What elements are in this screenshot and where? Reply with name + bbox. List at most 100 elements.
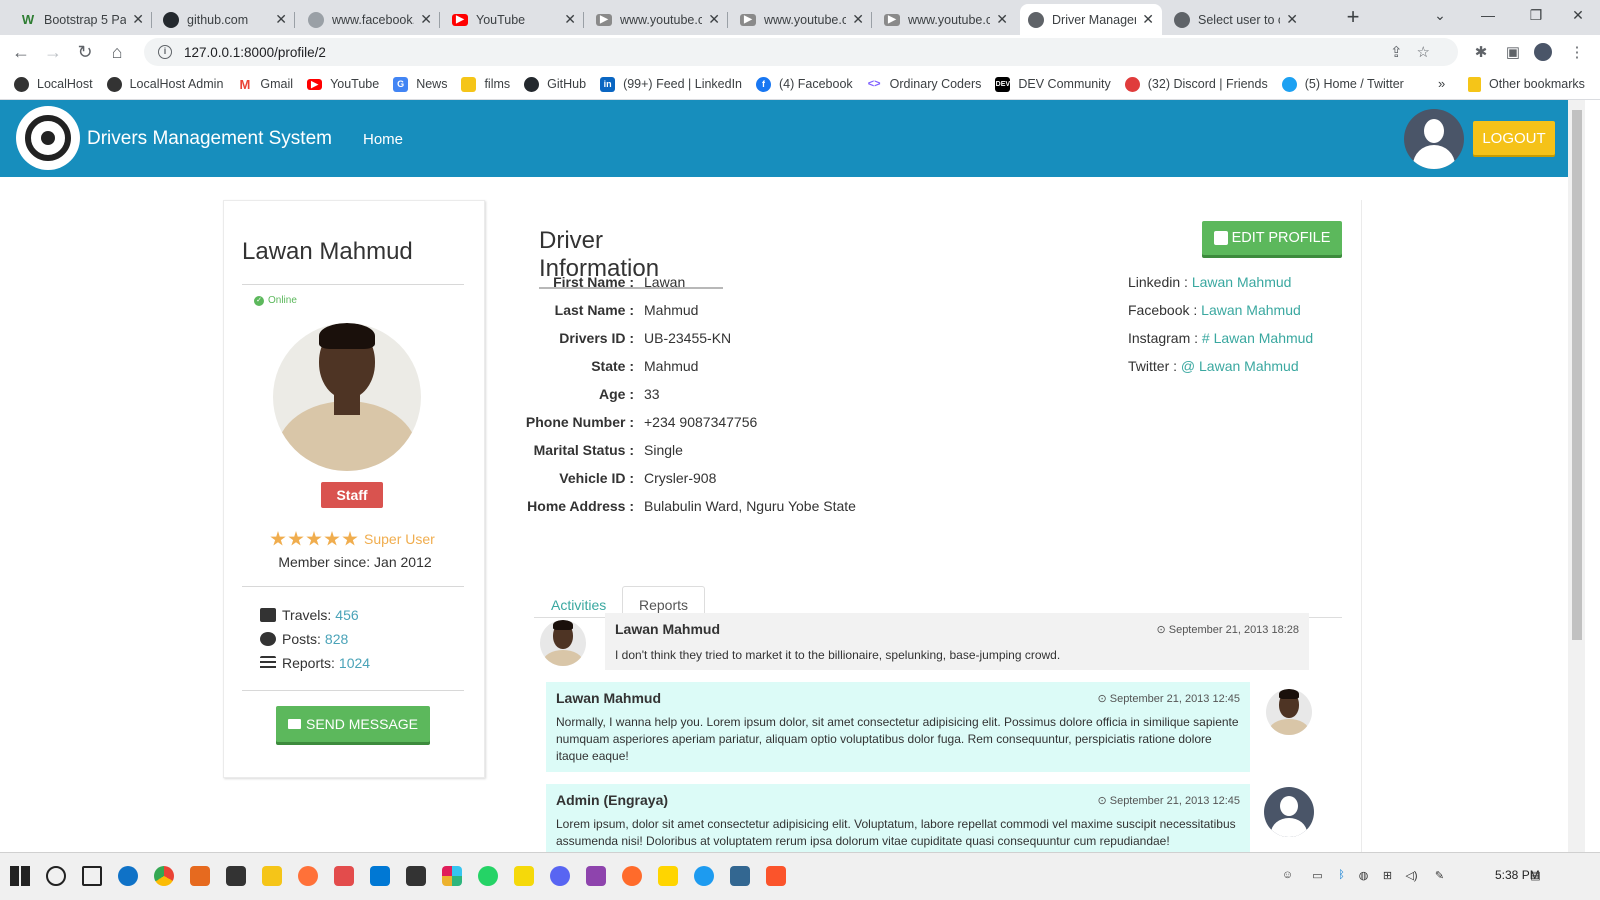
slack-icon[interactable]	[442, 866, 462, 886]
whatsapp-icon[interactable]	[478, 866, 498, 886]
postgres-icon[interactable]	[730, 866, 750, 886]
steering-wheel-logo-icon[interactable]	[16, 106, 80, 170]
bookmark-item[interactable]: LocalHost	[14, 76, 93, 92]
close-tab-icon[interactable]: ✕	[852, 11, 864, 28]
bluetooth-icon[interactable]: ᛒ	[1334, 869, 1349, 884]
restore-icon[interactable]: ❐	[1512, 0, 1560, 32]
bookmark-item[interactable]: GitHub	[524, 76, 586, 92]
browser-tab[interactable]: www.facebook.c ✕	[300, 4, 440, 35]
bookmark-item[interactable]: (32) Discord | Friends	[1124, 76, 1268, 92]
logout-button[interactable]: LOGOUT	[1473, 121, 1555, 155]
browser-tab-active[interactable]: Driver Managen ✕	[1020, 4, 1162, 35]
nav-home-link[interactable]: Home	[363, 131, 403, 148]
pen-icon[interactable]: ✎	[1432, 869, 1447, 884]
start-icon[interactable]	[10, 866, 30, 886]
profile-avatar-icon[interactable]	[1534, 43, 1552, 61]
bookmark-item[interactable]: ▶ YouTube	[307, 77, 379, 91]
code-icon: <>	[867, 78, 881, 90]
brand-title[interactable]: Drivers Management System	[87, 128, 332, 150]
scrollbar-thumb[interactable]	[1572, 110, 1582, 640]
close-tab-icon[interactable]: ✕	[1286, 11, 1298, 28]
edge-icon[interactable]	[118, 866, 138, 886]
task-view-icon[interactable]	[82, 866, 102, 886]
close-tab-icon[interactable]: ✕	[1142, 11, 1154, 28]
app-m-icon[interactable]	[586, 866, 606, 886]
language-icon[interactable]: ⊞	[1380, 869, 1395, 884]
stat-value[interactable]: 828	[325, 631, 348, 647]
close-tab-icon[interactable]: ✕	[420, 11, 432, 28]
github-icon	[524, 76, 540, 92]
other-bookmarks[interactable]: Other bookmarks	[1468, 69, 1585, 99]
site-info-icon[interactable]: i	[158, 45, 172, 59]
browser-tab[interactable]: Select user to c ✕	[1166, 4, 1306, 35]
bookmark-item[interactable]: <> Ordinary Coders	[867, 77, 982, 92]
user-avatar[interactable]	[1404, 109, 1464, 169]
address-bar[interactable]: i 127.0.0.1:8000/profile/2 ⇪☆	[144, 38, 1458, 66]
network-icon[interactable]: ◍	[1356, 869, 1371, 884]
extensions-icon[interactable]: ✱	[1472, 43, 1490, 61]
notifications-icon[interactable]: ▤	[1528, 869, 1543, 884]
people-icon[interactable]: ☺	[1280, 869, 1295, 884]
close-window-icon[interactable]: ✕	[1556, 0, 1600, 32]
back-icon[interactable]: ←	[8, 39, 34, 65]
bookmark-item[interactable]: f (4) Facebook	[756, 76, 853, 92]
bookmark-item[interactable]: in (99+) Feed | LinkedIn	[600, 76, 742, 92]
app-icon[interactable]	[658, 866, 678, 886]
social-link[interactable]: # Lawan Mahmud	[1202, 330, 1313, 346]
firefox-icon[interactable]	[298, 866, 318, 886]
battery-icon[interactable]: ▭	[1310, 869, 1325, 884]
search-icon[interactable]	[46, 866, 66, 886]
tab-search-icon[interactable]: ⌄	[1416, 0, 1464, 32]
vscode-icon[interactable]	[370, 866, 390, 886]
close-tab-icon[interactable]: ✕	[132, 11, 144, 28]
home-icon[interactable]: ⌂	[104, 39, 130, 65]
bookmark-item[interactable]: G News	[393, 76, 447, 92]
bookmarks-overflow-button[interactable]: »	[1438, 76, 1445, 91]
browser-tab[interactable]: ▶ www.youtube.co ✕	[588, 4, 728, 35]
browser-tab[interactable]: W Bootstrap 5 Pag ✕	[12, 4, 152, 35]
browser-tab[interactable]: ▶ YouTube ✕	[444, 4, 584, 35]
bookmark-item[interactable]: LocalHost Admin	[106, 76, 223, 92]
forward-icon[interactable]: →	[40, 39, 66, 65]
discord-icon[interactable]	[550, 866, 570, 886]
mail-icon[interactable]	[406, 866, 426, 886]
edit-profile-button[interactable]: EDIT PROFILE	[1202, 221, 1342, 255]
menu-icon[interactable]: ⋮	[1568, 43, 1586, 61]
postman-icon[interactable]	[622, 866, 642, 886]
browser-tab[interactable]: github.com ✕	[155, 4, 295, 35]
reload-icon[interactable]: ↻	[72, 39, 98, 65]
sublime-icon[interactable]	[190, 866, 210, 886]
close-tab-icon[interactable]: ✕	[996, 11, 1008, 28]
side-panel-icon[interactable]: ▣	[1504, 43, 1522, 61]
youtube-icon: ▶	[740, 13, 756, 26]
profile-photo	[273, 323, 421, 471]
new-tab-button[interactable]: +	[1340, 6, 1366, 30]
close-tab-icon[interactable]: ✕	[275, 11, 287, 28]
divider	[242, 690, 464, 691]
bookmark-item[interactable]: M Gmail	[237, 77, 293, 92]
file-explorer-icon[interactable]	[262, 866, 282, 886]
browser-tab[interactable]: ▶ www.youtube.co ✕	[876, 4, 1016, 35]
stat-value[interactable]: 456	[335, 607, 358, 623]
brave-icon[interactable]	[766, 866, 786, 886]
close-tab-icon[interactable]: ✕	[564, 11, 576, 28]
share-bookmark-icons[interactable]: ⇪☆	[1390, 43, 1444, 61]
social-link[interactable]: Lawan Mahmud	[1201, 302, 1301, 318]
browser-tab[interactable]: ▶ www.youtube.co ✕	[732, 4, 872, 35]
bookmark-item[interactable]: films	[461, 76, 510, 92]
app-icon[interactable]	[694, 866, 714, 886]
volume-icon[interactable]: ◁)	[1404, 869, 1419, 884]
app-icon[interactable]	[334, 866, 354, 886]
page-scrollbar[interactable]	[1568, 100, 1585, 852]
bookmark-item[interactable]: DEV DEV Community	[995, 76, 1111, 92]
minimize-icon[interactable]: —	[1464, 0, 1512, 32]
sticky-notes-icon[interactable]	[514, 866, 534, 886]
store-icon[interactable]	[226, 866, 246, 886]
chrome-icon[interactable]	[154, 866, 174, 886]
close-tab-icon[interactable]: ✕	[708, 11, 720, 28]
social-link[interactable]: Lawan Mahmud	[1192, 274, 1292, 290]
send-message-button[interactable]: SEND MESSAGE	[276, 706, 430, 742]
bookmark-item[interactable]: (5) Home / Twitter	[1281, 76, 1404, 92]
social-link[interactable]: @ Lawan Mahmud	[1181, 358, 1299, 374]
stat-value[interactable]: 1024	[339, 655, 370, 671]
